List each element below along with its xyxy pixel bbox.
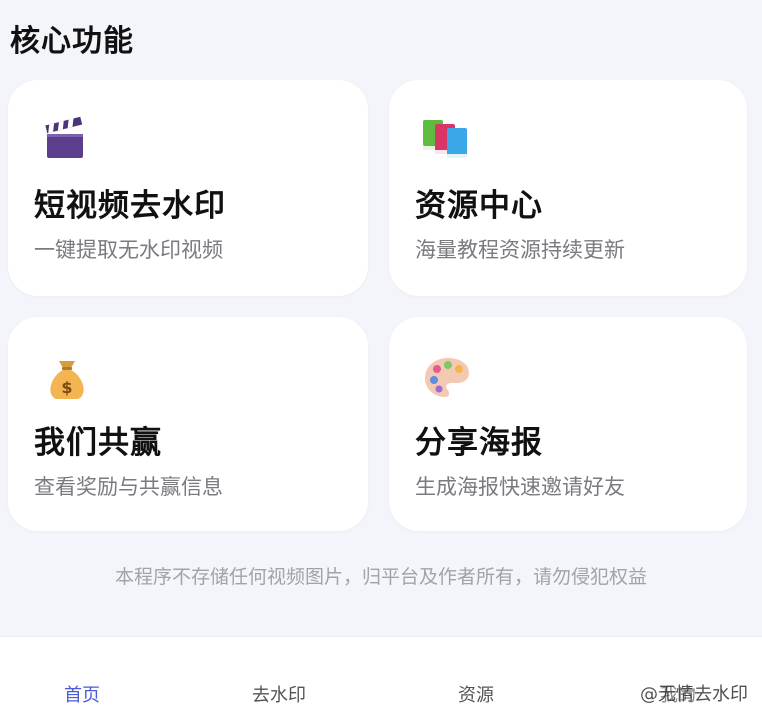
svg-text:$: $ [61, 378, 72, 397]
tab-watermark[interactable]: 去水印 [252, 681, 306, 707]
disclaimer-note: 本程序不存储任何视频图片，归平台及作者所有，请勿侵犯权益 [114, 566, 647, 588]
watermark-text: @无情去水印 [640, 684, 748, 705]
money-bag-icon: $ [42, 353, 92, 403]
card-title: 资源中心 [415, 188, 543, 224]
card-resource-center[interactable]: 资源中心 海量教程资源持续更新 [389, 80, 747, 296]
tab-resources[interactable]: 资源 [458, 681, 494, 707]
card-description: 生成海报快速邀请好友 [415, 475, 625, 499]
clapperboard-icon [42, 116, 92, 166]
bottom-tab-bar: 首页 去水印 资源 我的 [0, 636, 762, 722]
section-title: 核心功能 [10, 24, 134, 59]
card-description: 海量教程资源持续更新 [415, 238, 625, 262]
card-share-poster[interactable]: 分享海报 生成海报快速邀请好友 [389, 317, 747, 531]
tab-home[interactable]: 首页 [64, 681, 100, 707]
card-description: 查看奖励与共赢信息 [34, 475, 223, 499]
palette-icon [423, 353, 473, 403]
card-win-together[interactable]: $ 我们共赢 查看奖励与共赢信息 [8, 317, 368, 531]
card-description: 一键提取无水印视频 [34, 238, 223, 262]
books-icon [423, 116, 473, 166]
card-title: 短视频去水印 [34, 188, 226, 224]
page: 核心功能 短视频去水印 一键提取无水印视频 资源中心 海量教程资源持续更新 $ … [0, 0, 762, 722]
card-title: 我们共赢 [34, 425, 162, 461]
card-video-watermark[interactable]: 短视频去水印 一键提取无水印视频 [8, 80, 368, 296]
card-title: 分享海报 [415, 425, 543, 461]
